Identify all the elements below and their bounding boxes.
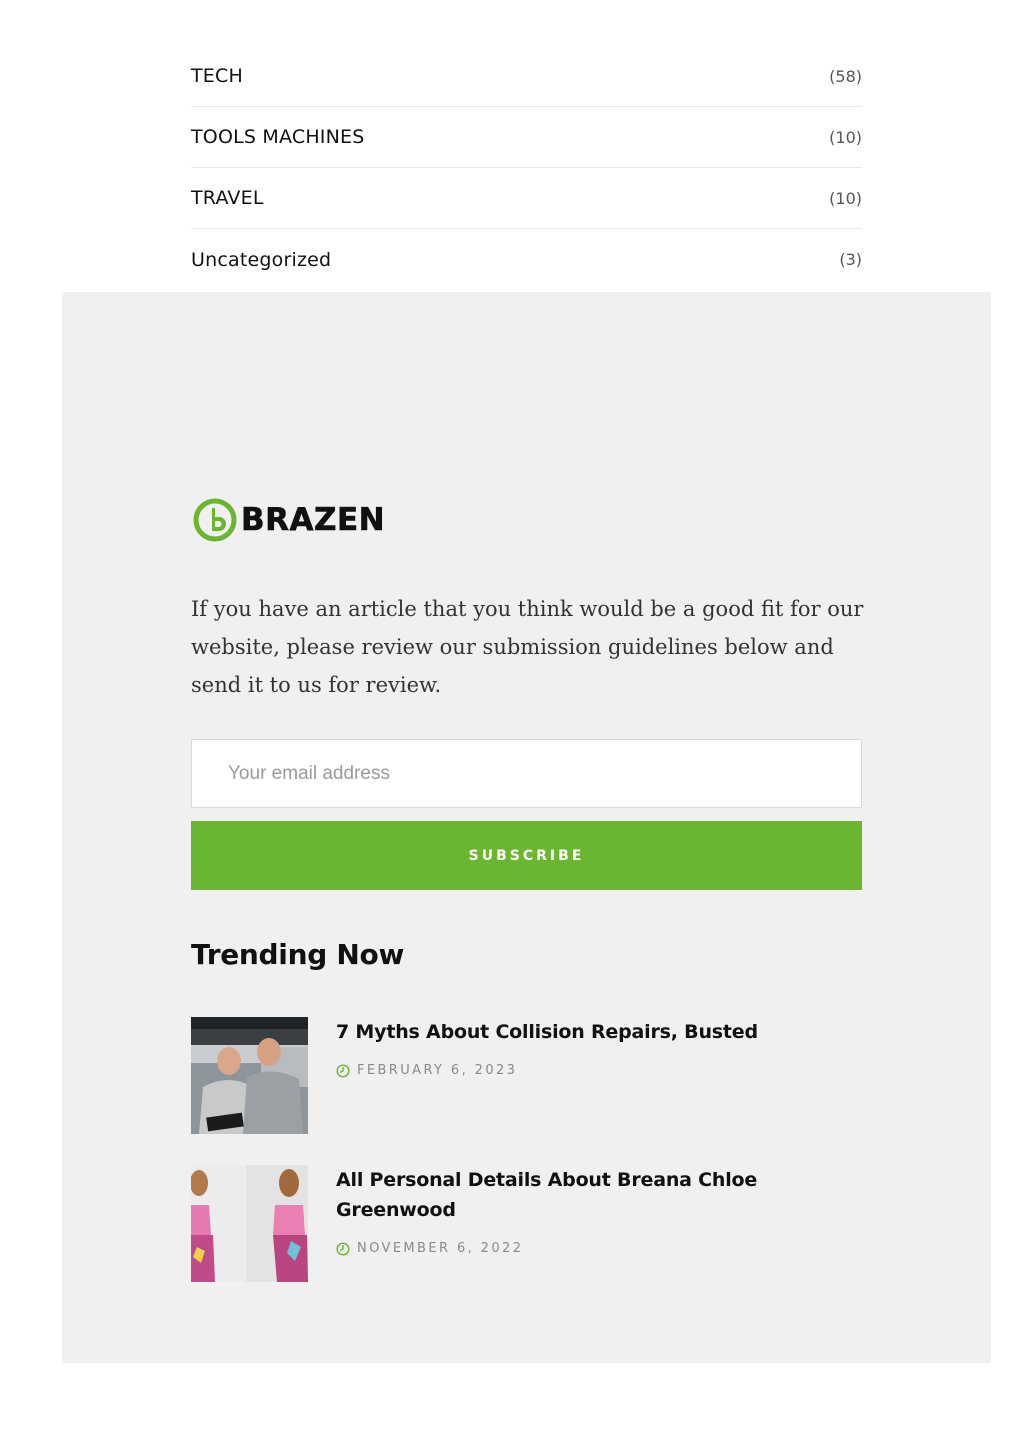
about-text: If you have an article that you think wo… <box>191 597 864 697</box>
clock-icon <box>336 1063 350 1078</box>
category-name[interactable]: Uncategorized <box>191 249 331 271</box>
category-count: (3) <box>839 250 862 269</box>
category-count: (58) <box>829 66 862 86</box>
category-item-travel[interactable]: TRAVEL (10) <box>191 168 862 229</box>
page: TECH (58) TOOLS MACHINES (10) TRAVEL (10… <box>0 0 1024 1449</box>
post-title-link[interactable]: All Personal Details About Breana Chloe … <box>336 1165 816 1225</box>
post-date: NOVEMBER 6, 2022 <box>357 1241 524 1256</box>
post-thumbnail-mechanics-photo[interactable] <box>191 1017 308 1134</box>
category-item-uncategorized[interactable]: Uncategorized (3) <box>191 229 862 290</box>
post-thumbnail-fashion-photo[interactable] <box>191 1165 308 1282</box>
clock-icon <box>336 1241 350 1256</box>
post-title-link[interactable]: 7 Myths About Collision Repairs, Busted <box>336 1017 816 1047</box>
trending-post: All Personal Details About Breana Chloe … <box>191 1165 862 1282</box>
category-name[interactable]: TOOLS MACHINES <box>191 126 365 148</box>
category-list: TECH (58) TOOLS MACHINES (10) TRAVEL (10… <box>191 46 862 290</box>
post-meta: NOVEMBER 6, 2022 <box>336 1241 816 1256</box>
brand-logo[interactable]: BRAZEN <box>193 498 385 542</box>
post-meta: FEBRUARY 6, 2023 <box>336 1063 816 1078</box>
trending-post: 7 Myths About Collision Repairs, Busted … <box>191 1017 862 1134</box>
trending-post-body: All Personal Details About Breana Chloe … <box>336 1165 816 1282</box>
category-count: (10) <box>829 127 862 147</box>
category-count: (10) <box>829 188 862 208</box>
category-item-tech[interactable]: TECH (58) <box>191 46 862 107</box>
category-name[interactable]: TRAVEL <box>191 187 264 209</box>
subscribe-button[interactable]: SUBSCRIBE <box>191 821 862 890</box>
post-date: FEBRUARY 6, 2023 <box>357 1063 518 1078</box>
brand-logo-text: BRAZEN <box>241 502 386 539</box>
category-name[interactable]: TECH <box>191 65 243 87</box>
category-item-tools-machines[interactable]: TOOLS MACHINES (10) <box>191 107 862 168</box>
email-field[interactable] <box>191 739 862 808</box>
trending-post-body: 7 Myths About Collision Repairs, Busted … <box>336 1017 816 1134</box>
brand-logo-icon <box>193 498 237 542</box>
trending-title: Trending Now <box>191 938 405 971</box>
